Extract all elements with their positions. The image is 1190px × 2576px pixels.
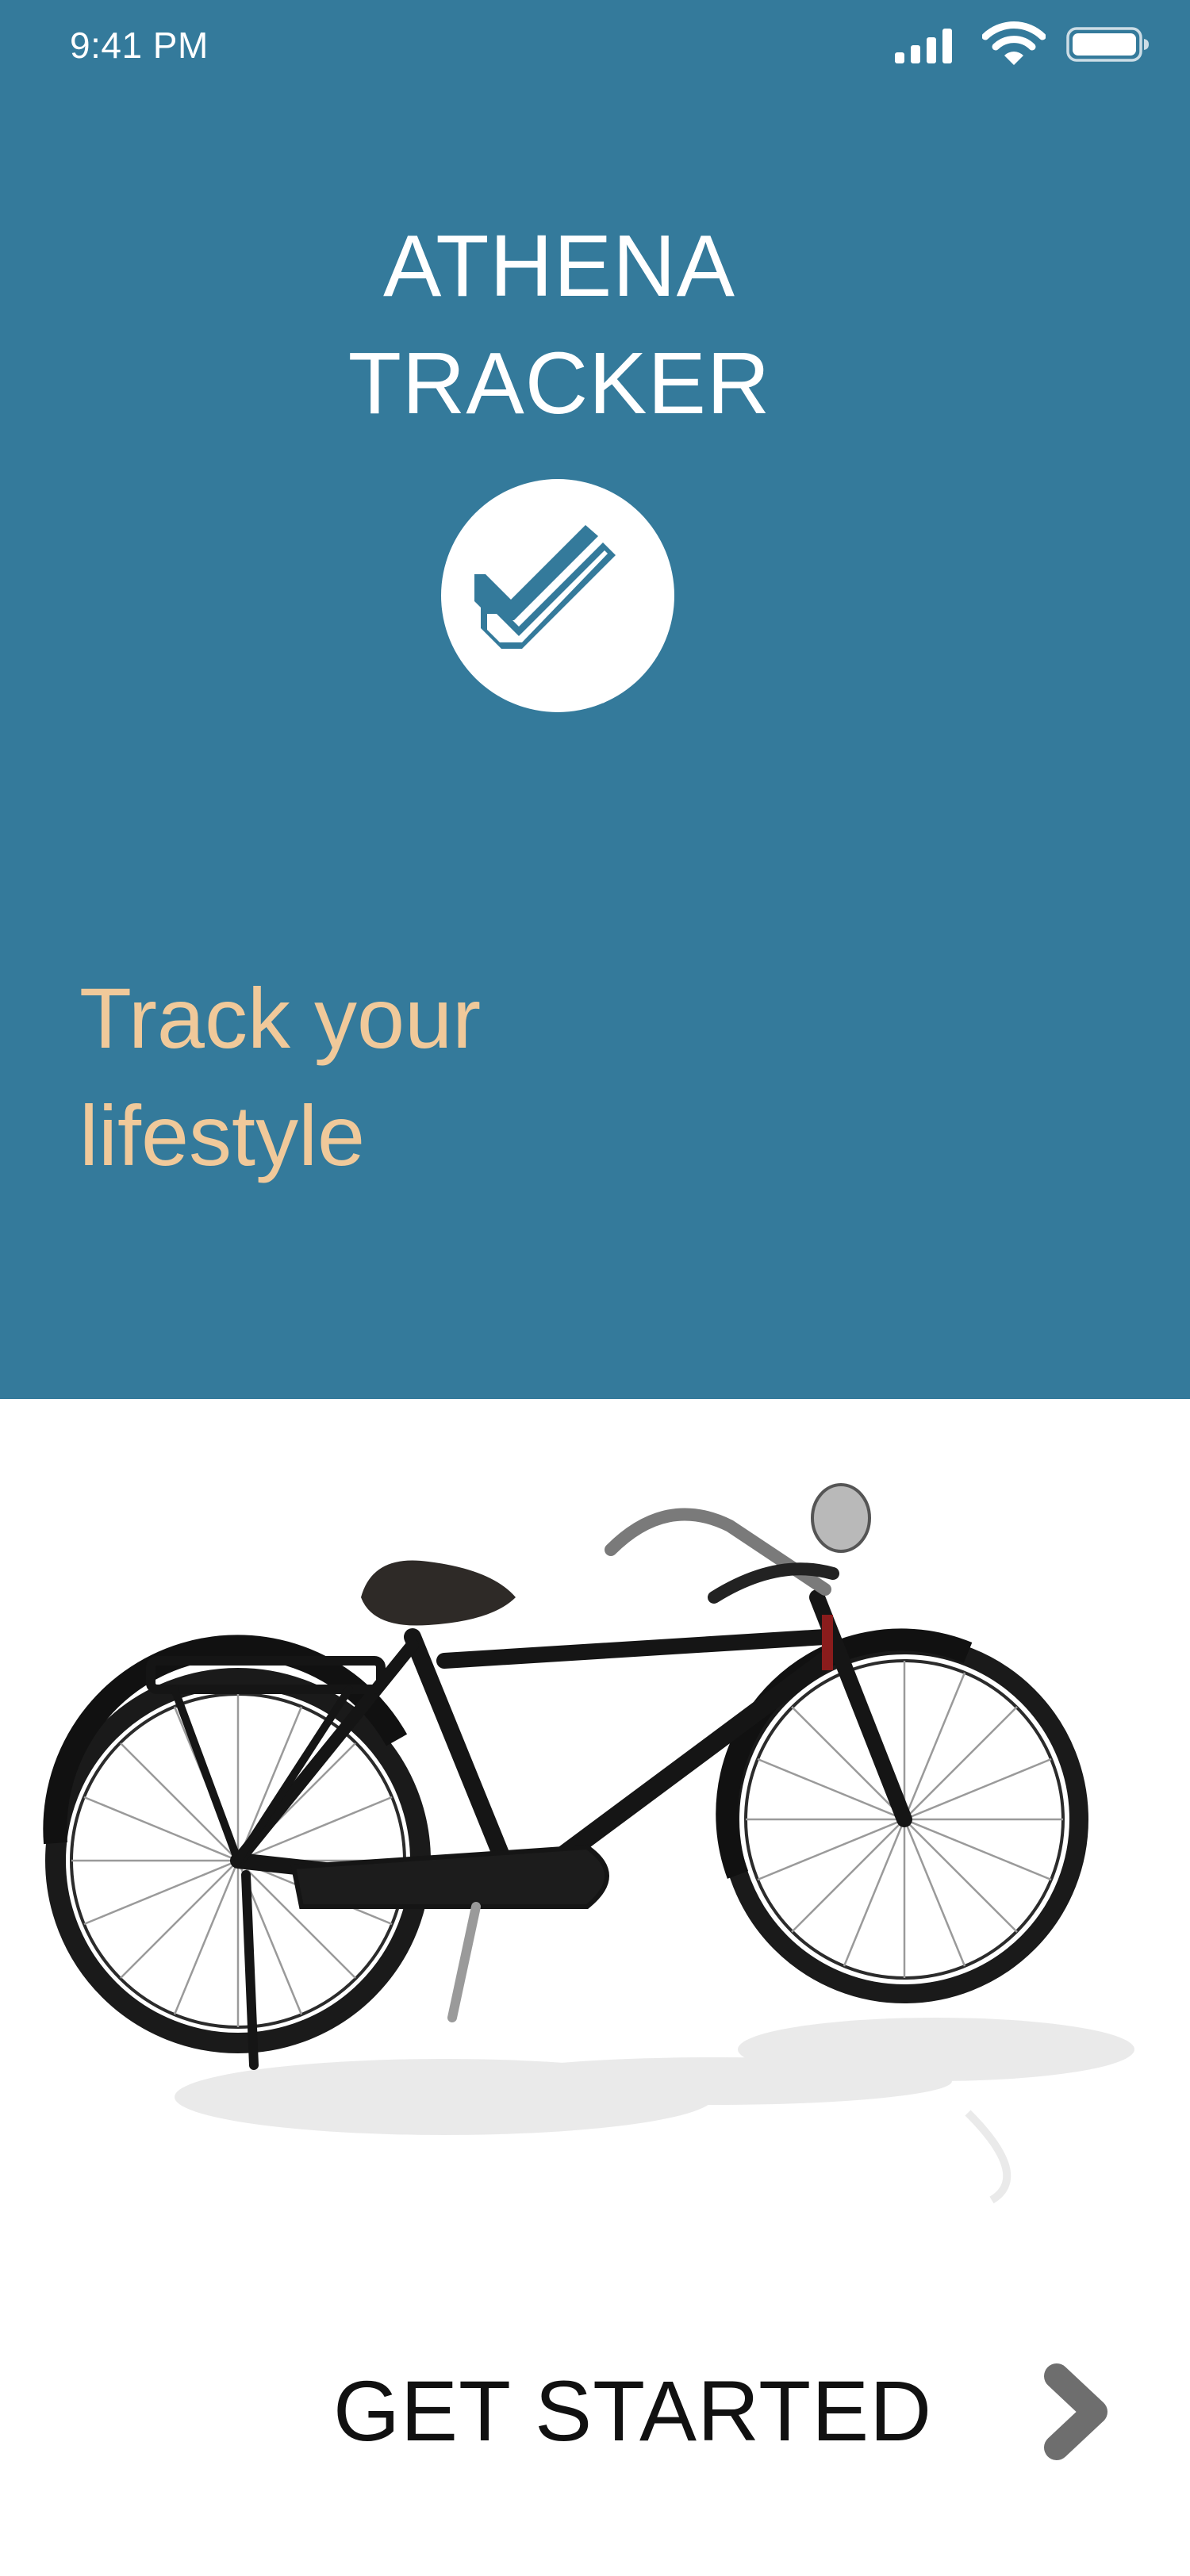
app-title: ATHENA TRACKER (0, 208, 1119, 443)
status-time: 9:41 PM (70, 25, 209, 66)
wifi-icon (982, 21, 1046, 65)
chevron-right-icon[interactable] (1039, 2360, 1115, 2463)
double-checkmark-icon (441, 479, 674, 712)
cellular-signal-icon (895, 29, 952, 63)
battery-icon (1066, 27, 1149, 62)
tagline-line1: Track your (79, 970, 482, 1066)
bicycle-image (43, 1483, 1134, 2204)
app-title-line2: TRACKER (347, 335, 771, 432)
tagline-line2: lifestyle (79, 1087, 366, 1183)
get-started-button[interactable]: GET STARTED (333, 2363, 932, 2459)
welcome-screen: 9:41 PM ATHENA TRACKER Track your lifest… (0, 0, 1190, 2576)
hero-section: 9:41 PM ATHENA TRACKER Track your lifest… (0, 0, 1190, 1399)
status-bar: 9:41 PM (0, 0, 1190, 95)
app-title-line1: ATHENA (382, 217, 735, 315)
tagline: Track your lifestyle (79, 960, 793, 1194)
